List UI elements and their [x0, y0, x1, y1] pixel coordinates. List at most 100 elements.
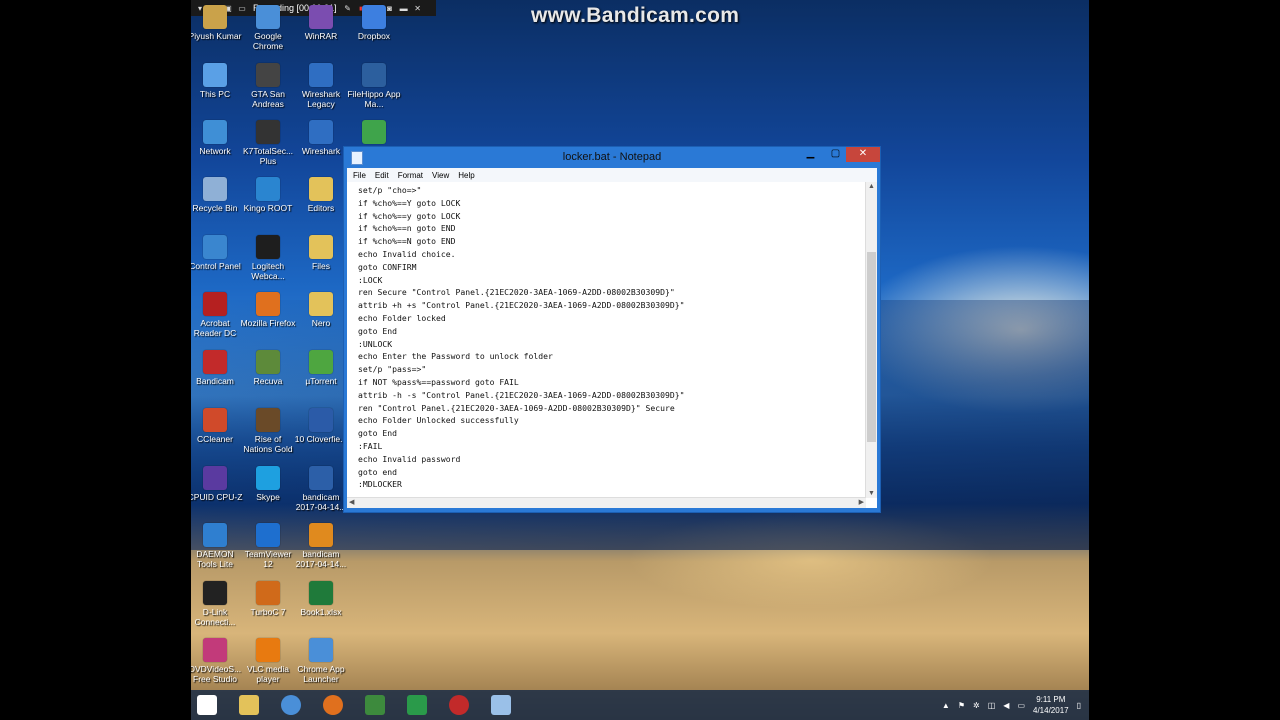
desktop-icon[interactable]: Piyush Kumar — [191, 5, 243, 41]
taskbar-start-button[interactable] — [191, 693, 225, 717]
desktop-icon-label: Logitech Webca... — [251, 261, 285, 281]
desktop-icon-label: Bandicam — [196, 376, 234, 386]
start-button-icon — [197, 695, 217, 715]
desktop-icon[interactable]: Editors — [293, 177, 349, 213]
desktop-icon[interactable]: Book1.xlsx — [293, 581, 349, 617]
desktop-icon[interactable]: bandicam 2017-04-14... — [293, 523, 349, 569]
menu-format[interactable]: Format — [398, 171, 423, 180]
desktop-icon[interactable]: Rise of Nations Gold — [240, 408, 296, 454]
desktop-icon[interactable]: Chrome App Launcher — [293, 638, 349, 684]
menu-file[interactable]: File — [353, 171, 366, 180]
taskbar-app-launcher[interactable] — [357, 693, 393, 717]
scroll-up-icon[interactable]: ▲ — [868, 183, 875, 190]
desktop-icon-label: This PC — [199, 89, 231, 99]
desktop-icon[interactable]: D-Link Connecti... — [191, 581, 243, 627]
desktop-icon[interactable]: µTorrent — [293, 350, 349, 386]
desktop-icon[interactable]: DVDVideoS... Free Studio — [191, 638, 243, 684]
close-icon[interactable]: ✕ — [413, 3, 423, 13]
desktop-icon[interactable]: Dropbox — [346, 5, 402, 41]
network-icon[interactable]: ◫ — [988, 701, 996, 710]
desktop-icon-label: Chrome App Launcher — [297, 664, 345, 684]
desktop-icon[interactable]: WinRAR — [293, 5, 349, 41]
desktop-icon[interactable]: GTA San Andreas — [240, 63, 296, 109]
file-content[interactable]: set/p "cho=>" if %cho%==Y goto LOCK if %… — [358, 184, 684, 491]
app-icon — [309, 523, 333, 547]
desktop-icon[interactable]: Files — [293, 235, 349, 271]
desktop-icon[interactable]: K7TotalSec... Plus — [240, 120, 296, 166]
desktop-icon[interactable]: This PC — [191, 63, 243, 99]
desktop-icon[interactable]: 10 Cloverfie... — [293, 408, 349, 444]
scroll-left-icon[interactable]: ◀ — [349, 498, 354, 506]
desktop-icon-label: FileHippo App Ma... — [347, 89, 401, 109]
desktop-icon[interactable]: CCleaner — [191, 408, 243, 444]
desktop-icon[interactable]: Google Chrome — [240, 5, 296, 51]
volume-icon[interactable]: ◀ — [1003, 701, 1009, 710]
app-icon — [256, 350, 280, 374]
scroll-right-icon[interactable]: ▶ — [859, 498, 864, 506]
horizontal-scrollbar[interactable]: ◀ ▶ — [347, 497, 866, 508]
desktop-icon[interactable]: Recuva — [240, 350, 296, 386]
desktop-icon[interactable]: DAEMON Tools Lite — [191, 523, 243, 569]
notifications-icon[interactable]: ▯ — [1077, 701, 1081, 710]
desktop-icon[interactable]: Control Panel — [191, 235, 243, 271]
text-area[interactable]: set/p "cho=>" if %cho%==Y goto LOCK if %… — [347, 182, 877, 508]
title-bar[interactable]: locker.bat - Notepad ▁ ▢ ✕ — [344, 147, 880, 168]
battery-icon[interactable]: ▭ — [1017, 701, 1025, 710]
taskbar-chrome[interactable] — [273, 693, 309, 717]
desktop-icon[interactable]: Kingo ROOT — [240, 177, 296, 213]
settings-icon[interactable]: ✲ — [973, 701, 980, 710]
desktop-icon[interactable]: Wireshark Legacy — [293, 63, 349, 109]
desktop-icon[interactable]: Skype — [240, 466, 296, 502]
desktop-icon[interactable]: Logitech Webca... — [240, 235, 296, 281]
desktop-icon[interactable]: Bandicam — [191, 350, 243, 386]
maximize-button[interactable]: ▢ — [823, 147, 848, 162]
desktop-icon-label: µTorrent — [305, 376, 337, 386]
desktop-icon-label: Book1.xlsx — [300, 607, 342, 617]
desktop-icon-label: Dropbox — [357, 31, 391, 41]
watermark: www.Bandicam.com — [531, 4, 740, 27]
app-icon — [256, 581, 280, 605]
app-icon — [256, 177, 280, 201]
desktop-icon[interactable]: CPUID CPU-Z — [191, 466, 243, 502]
desktop-icon[interactable]: Nero — [293, 292, 349, 328]
close-button[interactable]: ✕ — [846, 147, 880, 162]
desktop-icon[interactable]: bandicam 2017-04-14... — [293, 466, 349, 512]
desktop-icon[interactable]: VLC media player — [240, 638, 296, 684]
scroll-down-icon[interactable]: ▼ — [868, 490, 875, 497]
desktop-icon[interactable]: Network — [191, 120, 243, 156]
desktop-icon[interactable]: Mozilla Firefox — [240, 292, 296, 328]
desktop-icon[interactable]: TeamViewer 12 — [240, 523, 296, 569]
app-icon — [309, 63, 333, 87]
app-icon — [309, 408, 333, 432]
desktop-icon[interactable]: Acrobat Reader DC — [191, 292, 243, 338]
desktop-icon[interactable]: Recycle Bin — [191, 177, 243, 213]
desktop-icon-label: Wireshark Legacy — [301, 89, 341, 109]
flag-icon[interactable]: ⚑ — [958, 701, 965, 710]
taskbar-firefox[interactable] — [315, 693, 351, 717]
desktop-icon[interactable]: TurboC 7 — [240, 581, 296, 617]
clock[interactable]: 9:11 PM 4/14/2017 — [1033, 694, 1069, 716]
desktop-icon[interactable]: Wireshark — [293, 120, 349, 156]
app-icon — [309, 120, 333, 144]
desktop-icon-label: Mozilla Firefox — [240, 318, 296, 328]
vertical-scrollbar[interactable]: ▲ ▼ — [865, 182, 877, 498]
desktop-icon[interactable]: FileHippo App Ma... — [346, 63, 402, 109]
menu-view[interactable]: View — [432, 171, 449, 180]
app-launcher-icon — [365, 695, 385, 715]
taskbar-notepad[interactable] — [483, 693, 519, 717]
desktop-icon[interactable] — [346, 120, 402, 146]
clock-time: 9:11 PM — [1036, 695, 1066, 704]
menu-help[interactable]: Help — [458, 171, 474, 180]
taskbar-file-explorer[interactable] — [231, 693, 267, 717]
taskbar: ▲ ⚑ ✲ ◫ ◀ ▭ 9:11 PM 4/14/2017 ▯ — [191, 690, 1089, 720]
scroll-thumb[interactable] — [867, 252, 876, 442]
minimize-button[interactable]: ▁ — [798, 147, 823, 162]
menu-edit[interactable]: Edit — [375, 171, 389, 180]
app-icon — [309, 292, 333, 316]
app-icon — [256, 292, 280, 316]
tray-up-icon[interactable]: ▲ — [942, 701, 950, 710]
desktop-icon-label: DVDVideoS... Free Studio — [191, 664, 242, 684]
taskbar-store[interactable] — [399, 693, 435, 717]
taskbar-bandicam[interactable] — [441, 693, 477, 717]
app-icon — [203, 177, 227, 201]
